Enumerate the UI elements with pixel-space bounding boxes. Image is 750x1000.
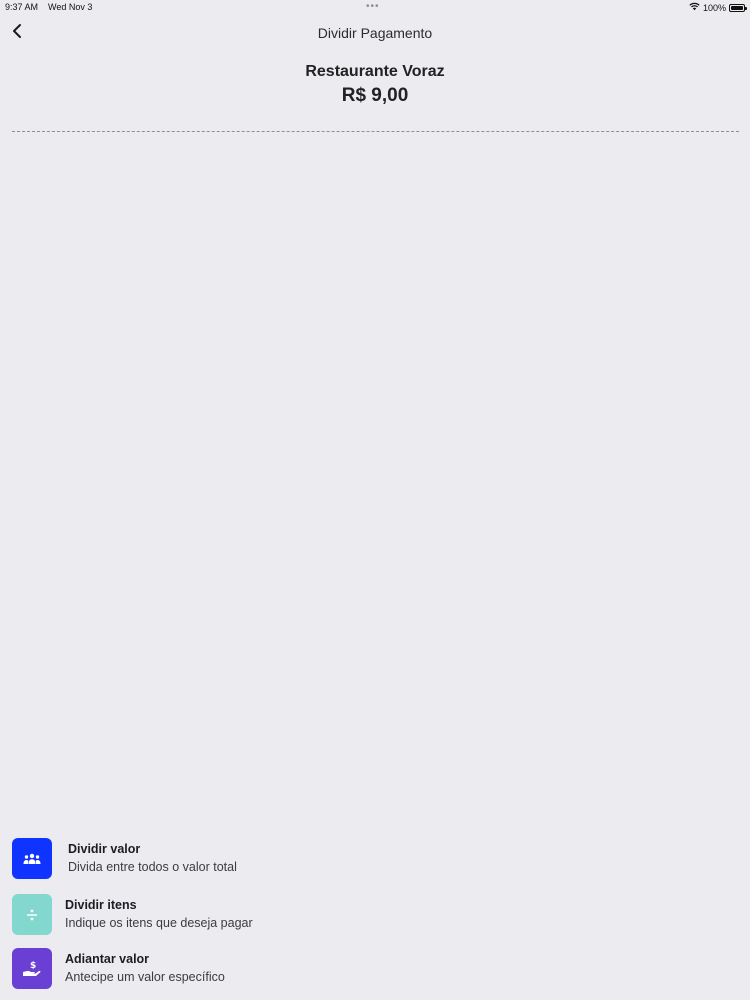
option-subtitle: Indique os itens que deseja pagar	[65, 916, 253, 930]
navigation-bar: Dividir Pagamento	[0, 18, 750, 48]
option-title: Dividir itens	[65, 898, 137, 912]
total-amount: R$ 9,00	[341, 85, 409, 106]
option-subtitle: Antecipe um valor específico	[65, 970, 225, 984]
status-date: Wed Nov 3	[48, 2, 93, 12]
restaurant-name: Restaurante Voraz	[305, 63, 445, 80]
wifi-icon	[689, 2, 700, 13]
dashed-divider	[12, 131, 739, 132]
battery-icon	[729, 3, 747, 12]
multitask-dots[interactable]: •••	[366, 1, 380, 12]
status-time: 9:37 AM	[5, 2, 39, 12]
option-title: Adiantar valor	[65, 952, 150, 966]
status-right: 100%	[689, 2, 747, 13]
option-split-value[interactable]: Dividir valor Divida entre todos o valor…	[12, 838, 732, 882]
battery-percent: 100%	[702, 2, 726, 13]
option-title: Dividir valor	[68, 842, 141, 856]
option-split-items[interactable]: Dividir itens Indique os itens que desej…	[12, 894, 732, 938]
page-title: Dividir Pagamento	[317, 25, 433, 41]
status-bar: 9:37 AM Wed Nov 3 ••• 100%	[0, 0, 750, 16]
svg-text:$: $	[30, 961, 36, 971]
hand-dollar-icon: $	[12, 948, 52, 989]
group-icon	[12, 838, 52, 879]
option-advance-value[interactable]: $ Adiantar valor Antecipe um valor espec…	[12, 948, 732, 992]
option-subtitle: Divida entre todos o valor total	[68, 860, 237, 874]
divide-icon	[12, 894, 52, 935]
payment-header: Restaurante Voraz R$ 9,00	[0, 63, 750, 107]
